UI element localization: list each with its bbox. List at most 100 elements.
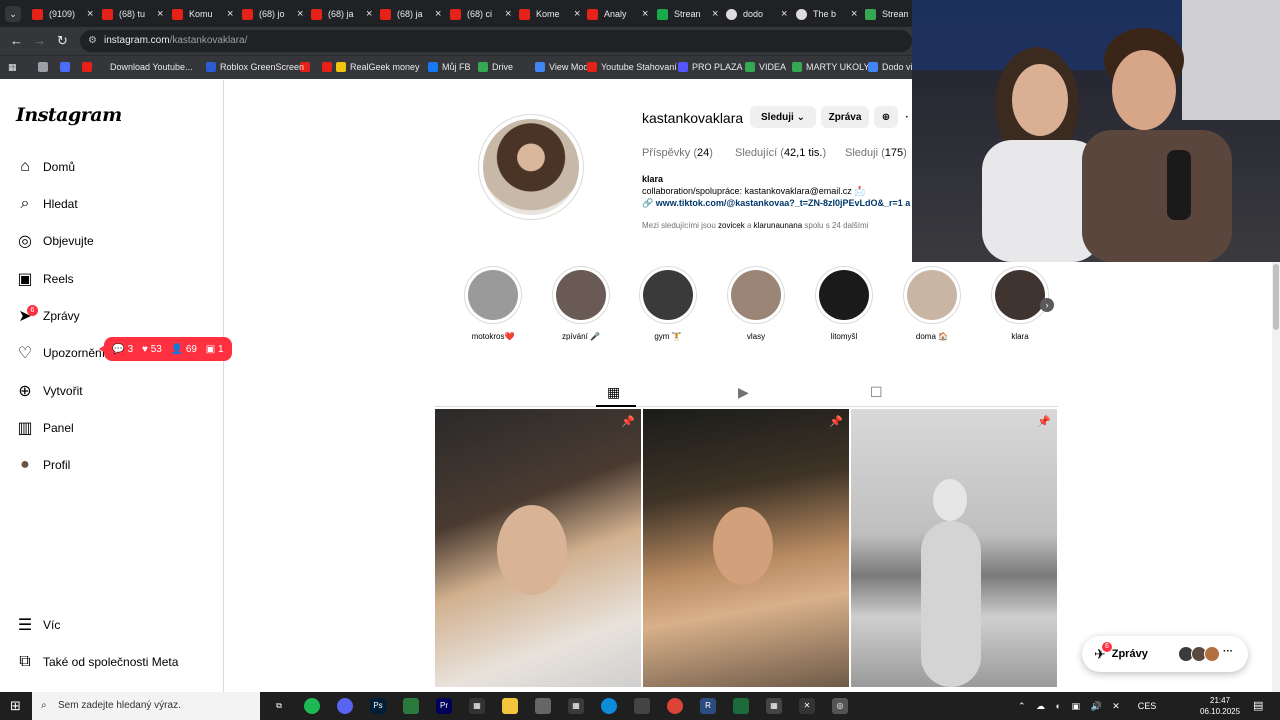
sidebar-item-9[interactable]: ● Profil: [16, 452, 70, 478]
close-tab-icon[interactable]: ×: [574, 8, 580, 20]
sidebar-item-5[interactable]: ➤ Zprávy: [16, 303, 79, 329]
browser-tab[interactable]: The b ×: [796, 3, 857, 25]
options-button[interactable]: ·: [902, 106, 912, 128]
message-button[interactable]: Zpráva: [821, 106, 869, 128]
language-indicator[interactable]: CES: [1138, 701, 1157, 711]
sidebar-item-3[interactable]: ◎ Objevujte: [16, 228, 94, 254]
bookmark-item[interactable]: Youtube Stahovaní: [587, 62, 677, 72]
mutual-followers[interactable]: Mezi sledujícími jsou zovicek a klarunau…: [642, 221, 868, 230]
app-icon[interactable]: [403, 698, 419, 714]
profile-link[interactable]: www.tiktok.com/@kastankovaa?_t=ZN-8zI0jP…: [656, 198, 911, 208]
story-highlight[interactable]: motokros❤️: [463, 266, 523, 341]
calculator-icon[interactable]: ▦: [766, 698, 782, 714]
forward-icon[interactable]: →: [33, 33, 46, 48]
post-thumbnail[interactable]: 📌: [435, 409, 641, 687]
browser-icon[interactable]: [535, 698, 551, 714]
bookmark-item[interactable]: Můj FB: [428, 62, 471, 72]
close-tab-icon[interactable]: ×: [297, 8, 303, 20]
messages-dock[interactable]: ✈ 6 Zprávy ···: [1082, 636, 1248, 672]
reels-tab-icon[interactable]: ▶: [738, 384, 749, 401]
back-icon[interactable]: ←: [10, 33, 23, 48]
story-highlight[interactable]: zpívání 🎤: [551, 266, 611, 341]
browser-tab[interactable]: (9109) ×: [32, 3, 93, 25]
close-tab-icon[interactable]: ×: [642, 8, 648, 20]
page-scrollbar[interactable]: [1272, 262, 1280, 692]
edge-icon[interactable]: [601, 698, 617, 714]
profile-avatar[interactable]: [483, 119, 579, 215]
more-menu[interactable]: ☰ Víc: [16, 612, 61, 638]
site-info-icon[interactable]: ⚙: [88, 30, 97, 52]
browser-tab[interactable]: (68) ja ×: [311, 3, 372, 25]
tagged-tab-icon[interactable]: ☐: [870, 384, 883, 401]
close-tab-icon[interactable]: ×: [87, 8, 93, 20]
sidebar-item-2[interactable]: ⌕ Hledat: [16, 191, 78, 217]
story-highlight[interactable]: litomyšl: [814, 266, 874, 341]
bookmark-item[interactable]: Dodo vid: [868, 62, 912, 72]
close-tab-icon[interactable]: ×: [435, 8, 441, 20]
bookmark-item[interactable]: View Mode: [535, 62, 593, 72]
sidebar-item-1[interactable]: ⌂ Domů: [16, 154, 75, 180]
add-user-button[interactable]: ⊕: [874, 106, 898, 128]
close-tab-icon[interactable]: ×: [157, 8, 163, 20]
bookmark-item[interactable]: RealGeek money: [336, 62, 420, 72]
browser-tab[interactable]: Komu ×: [172, 3, 233, 25]
bookmark-item[interactable]: Roblox GreenScreen: [206, 62, 304, 72]
post-thumbnail[interactable]: 📌: [851, 409, 1057, 687]
app-icon[interactable]: ✕: [799, 698, 815, 714]
highlights-next-button[interactable]: ›: [1040, 298, 1054, 312]
browser-tab[interactable]: (68) jo ×: [242, 3, 303, 25]
browser-tab[interactable]: Kome ×: [519, 3, 580, 25]
spotify-icon[interactable]: [304, 698, 320, 714]
tab-search-button[interactable]: ⌄: [5, 6, 21, 22]
close-tab-icon[interactable]: ×: [366, 8, 372, 20]
browser-tab[interactable]: (68) tu ×: [102, 3, 163, 25]
bookmark-item[interactable]: Download Youtube...: [110, 62, 193, 72]
close-tab-icon[interactable]: ×: [712, 8, 718, 20]
store-icon[interactable]: ▦: [469, 698, 485, 714]
close-tab-icon[interactable]: ×: [781, 8, 787, 20]
windows-start-icon[interactable]: ⊞: [10, 698, 21, 714]
bookmark-item[interactable]: Drive: [478, 62, 513, 72]
premiere-icon[interactable]: Pr: [436, 698, 452, 714]
bookmark-icon[interactable]: [322, 62, 336, 72]
app-icon[interactable]: ◎: [832, 698, 848, 714]
posts-grid-icon[interactable]: ▦: [607, 384, 620, 401]
also-from-meta[interactable]: ⧉ Také od společnosti Meta: [16, 649, 178, 675]
browser-tab[interactable]: Stream×: [865, 3, 912, 25]
sidebar-item-6[interactable]: ♡ Upozornění: [16, 340, 105, 366]
following-stat[interactable]: Sleduji (175): [845, 147, 907, 159]
app-icon[interactable]: R: [700, 698, 716, 714]
notification-center-icon[interactable]: ▤: [1253, 699, 1263, 712]
instagram-logo[interactable]: Instagram: [16, 104, 122, 126]
discord-icon[interactable]: [337, 698, 353, 714]
app-icon[interactable]: [634, 698, 650, 714]
scrollbar-thumb[interactable]: [1273, 264, 1279, 330]
files-icon[interactable]: ▦: [568, 698, 584, 714]
browser-tab[interactable]: dodo ×: [726, 3, 787, 25]
chrome-icon[interactable]: [667, 698, 683, 714]
bookmark-item[interactable]: MARTY UKOLY: [792, 62, 870, 72]
task-view-icon[interactable]: ⧉: [271, 698, 287, 714]
taskbar-clock[interactable]: 21:47 06.10.2025: [1200, 695, 1240, 717]
sidebar-item-7[interactable]: ⊕ Vytvořit: [16, 378, 82, 404]
post-thumbnail[interactable]: 📌: [643, 409, 849, 687]
posts-stat[interactable]: Příspěvky (24): [642, 147, 713, 159]
bookmark-item[interactable]: VIDEA: [745, 62, 786, 72]
app-icon[interactable]: [733, 698, 749, 714]
bookmark-item[interactable]: PRO PLAZA: [678, 62, 743, 72]
photoshop-icon[interactable]: Ps: [370, 698, 386, 714]
followers-stat[interactable]: Sledující (42,1 tis.): [735, 147, 826, 159]
story-highlight[interactable]: gym 🏋️: [638, 266, 698, 341]
story-highlight[interactable]: vlasy: [726, 266, 786, 341]
following-button[interactable]: Sleduji ⌄: [750, 106, 816, 128]
address-bar[interactable]: ⚙ instagram.com/kastankovaklara/: [80, 30, 912, 52]
apps-icon[interactable]: ▦: [8, 62, 17, 73]
bookmark-icon[interactable]: [60, 62, 74, 72]
bookmark-icon[interactable]: [38, 62, 52, 72]
close-tab-icon[interactable]: ×: [227, 8, 233, 20]
sidebar-item-4[interactable]: ▣ Reels: [16, 266, 73, 292]
file-explorer-icon[interactable]: [502, 698, 518, 714]
browser-tab[interactable]: Analy ×: [587, 3, 648, 25]
story-highlight[interactable]: doma 🏠: [902, 266, 962, 341]
tray-icons[interactable]: ⌃ ☁ ◐ ▣ 🔊 ✕: [1018, 701, 1124, 712]
